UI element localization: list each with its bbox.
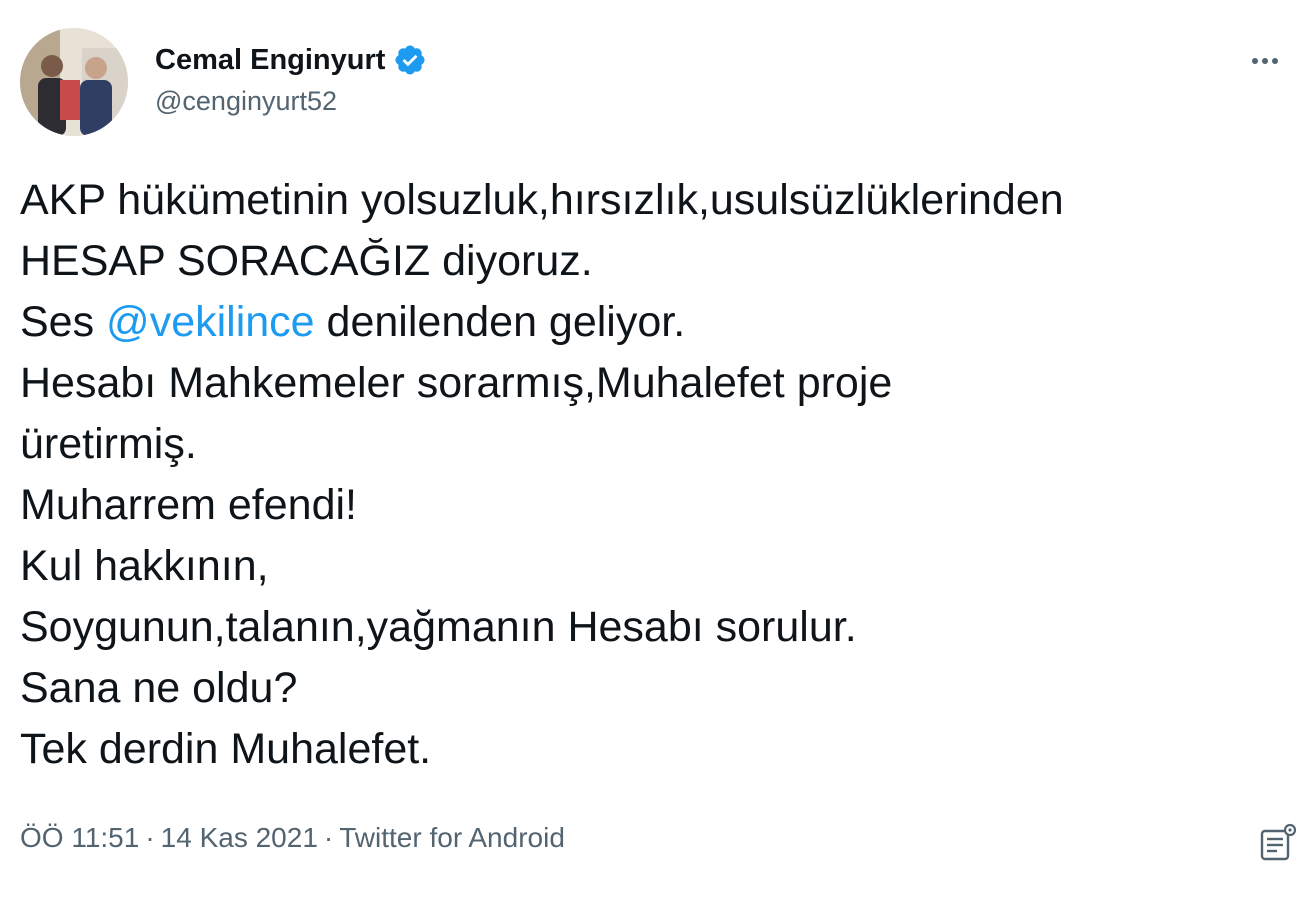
tweet-line-suffix: denilenden geliyor. [314,298,686,346]
tweet-meta: ÖÖ 11:51 · 14 Kas 2021 · Twitter for Android [20,822,565,854]
more-dots-icon [1252,58,1258,64]
profile-photo [20,28,128,136]
name-row: Cemal Enginyurt [155,40,427,80]
tweet-line: AKP hükümetinin yolsuzluk,hırsızlık,usul… [20,176,1064,224]
verified-badge-icon [393,43,427,77]
tweet-header: Cemal Enginyurt @cenginyurt52 [20,28,1290,138]
user-handle[interactable]: @cenginyurt52 [155,86,427,117]
tweet-time[interactable]: ÖÖ 11:51 [20,822,139,853]
tweet-source[interactable]: Twitter for Android [339,822,565,853]
tweet-text: AKP hükümetinin yolsuzluk,hırsızlık,usul… [20,170,1295,780]
more-dots-icon [1272,58,1278,64]
tweet-line: Tek derdin Muhalefet. [20,725,432,773]
tweet-line: HESAP SORACAĞIZ diyoruz. [20,237,593,285]
user-info: Cemal Enginyurt @cenginyurt52 [155,40,427,117]
tweet-line: Kul hakkının, [20,542,269,590]
more-dots-icon [1262,58,1268,64]
tweet-line: Sana ne oldu? [20,664,298,712]
tweet-line-prefix: Ses [20,298,107,346]
more-options-button[interactable] [1240,46,1290,76]
meta-separator: · [323,822,334,853]
tweet-line: Hesabı Mahkemeler sorarmış,Muhalefet pro… [20,359,893,407]
tweet-line: Ses @vekilince denilenden geliyor. [20,292,1295,353]
tweet-line: Soygunun,talanın,yağmanın Hesabı sorulur… [20,603,857,651]
tweet-date[interactable]: 14 Kas 2021 [161,822,318,853]
analytics-icon[interactable] [1257,822,1299,864]
avatar[interactable] [20,28,128,136]
display-name[interactable]: Cemal Enginyurt [155,44,385,77]
tweet-line: Muharrem efendi! [20,481,357,529]
tweet-card: Cemal Enginyurt @cenginyurt52 AKP hüküme… [0,0,1311,900]
meta-separator: · [145,822,155,853]
tweet-line: üretirmiş. [20,420,197,468]
mention-link[interactable]: @vekilince [106,298,315,346]
